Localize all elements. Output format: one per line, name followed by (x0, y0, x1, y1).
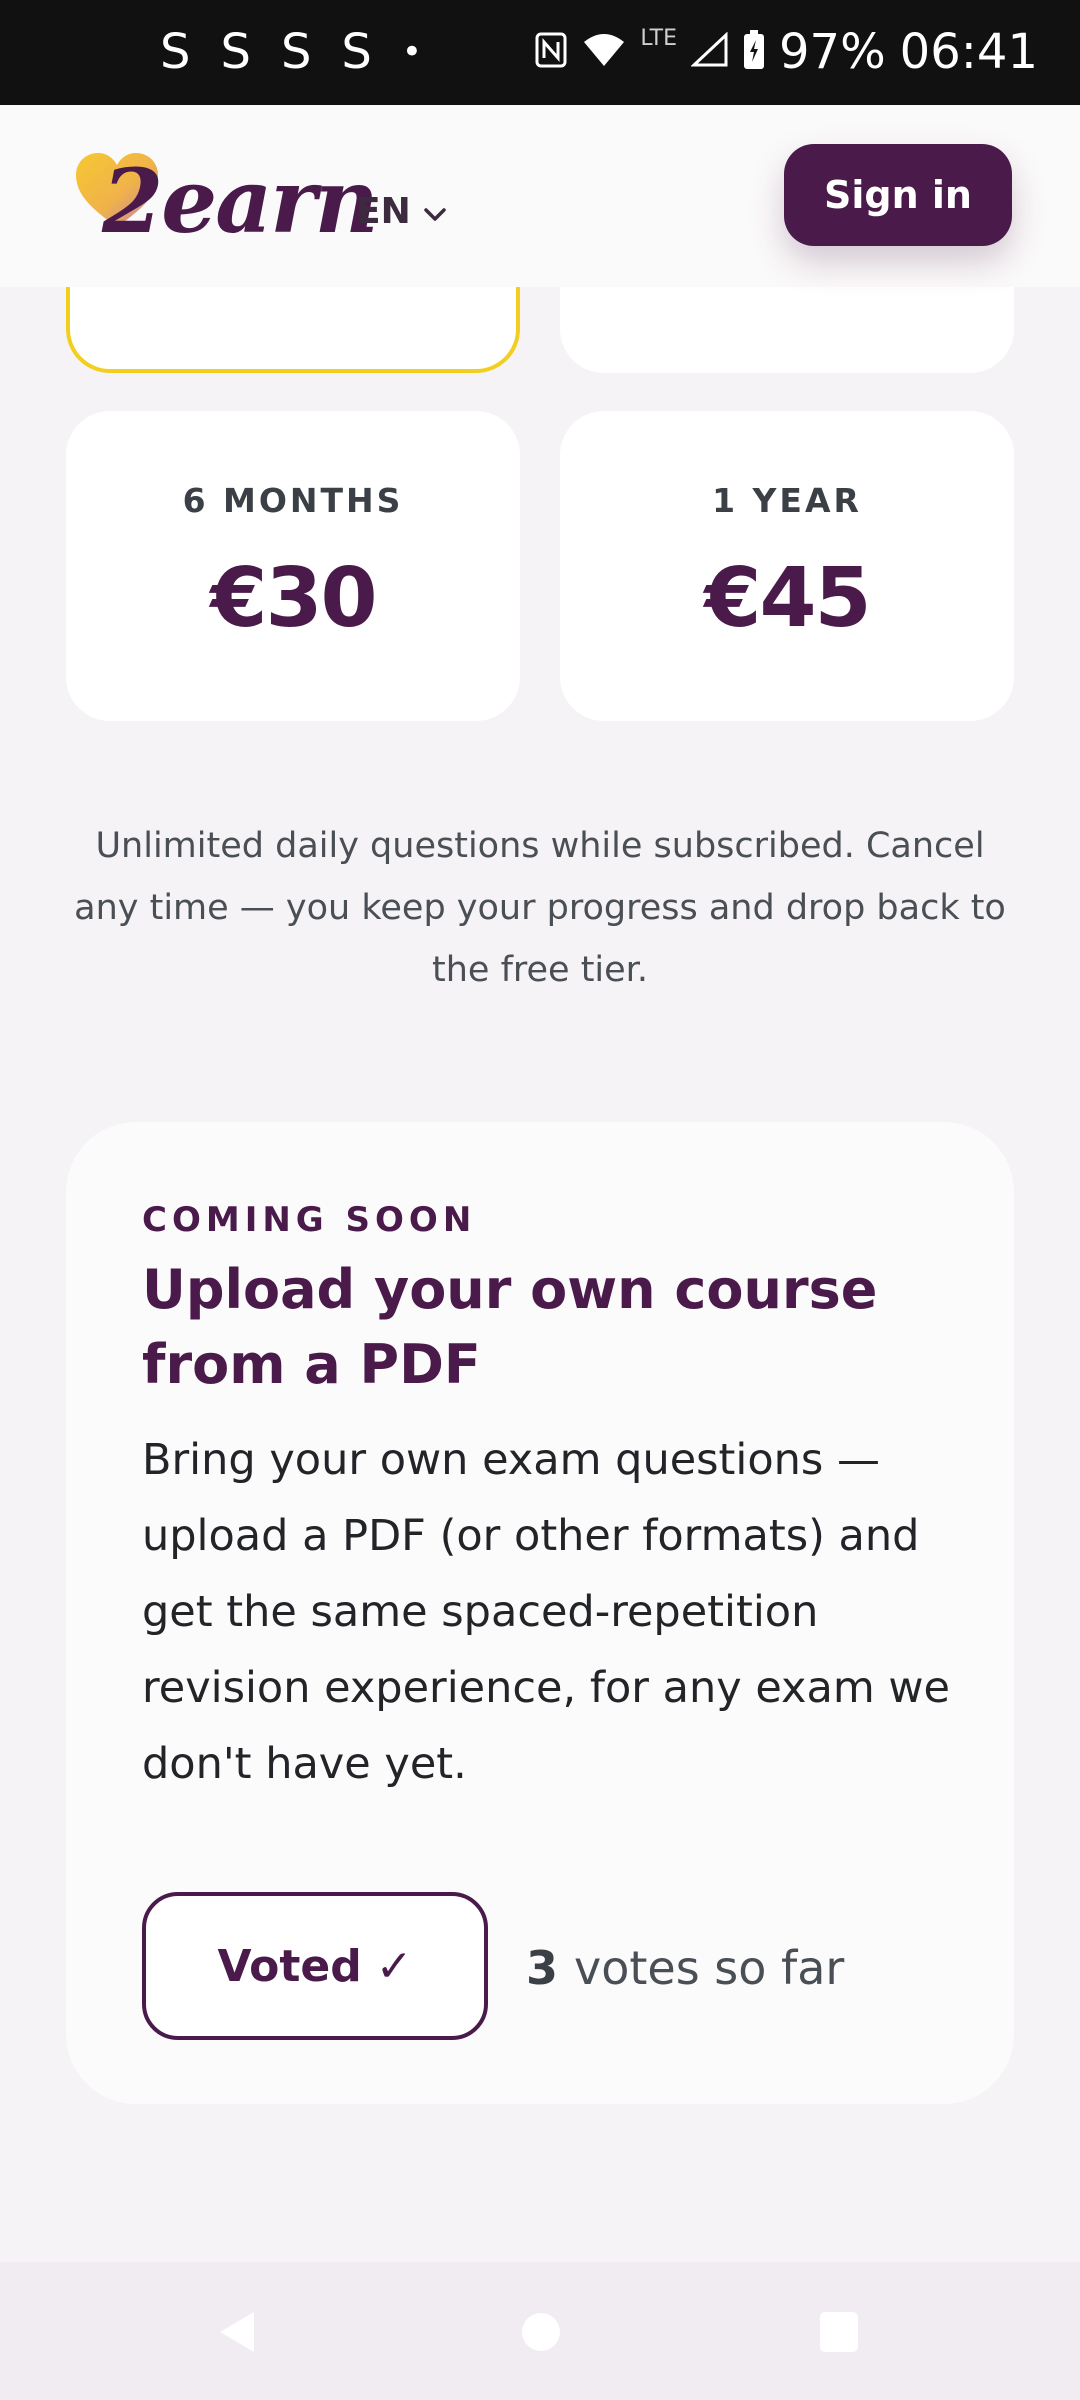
chevron-down-icon (423, 191, 447, 232)
nfc-icon (534, 31, 568, 73)
lte-label: LTE (640, 26, 677, 51)
check-icon: ✓ (375, 1940, 413, 1992)
home-icon[interactable] (520, 2308, 562, 2360)
voted-button[interactable]: Voted ✓ (142, 1892, 488, 2040)
system-indicators: LTE 97% 06:41 (534, 22, 1038, 82)
screen: S S S S • LTE 97% 06:41 2earn EN Sign in… (0, 0, 1080, 2400)
plan-price: €45 (704, 551, 871, 646)
battery-icon (743, 30, 765, 74)
app-header: 2earn EN Sign in (0, 105, 1080, 287)
vote-count: 3 votes so far (526, 1932, 844, 2004)
plan-price: €30 (210, 551, 377, 646)
coming-soon-card: COMING SOON Upload your own course from … (66, 1122, 1014, 2104)
plan-card-6-months[interactable]: 6 MONTHS €30 (66, 411, 520, 721)
sign-in-button[interactable]: Sign in (784, 144, 1012, 246)
coming-soon-label: COMING SOON (142, 1200, 477, 1240)
notification-icon: S (341, 24, 372, 80)
recents-icon[interactable] (818, 2308, 860, 2360)
status-bar: S S S S • LTE 97% 06:41 (0, 0, 1080, 105)
notification-icon: S (280, 24, 312, 80)
battery-percent: 97% (778, 24, 886, 80)
plan-card-1-year[interactable]: 1 YEAR €45 (560, 411, 1014, 721)
logo[interactable]: 2earn (74, 145, 379, 265)
language-selector[interactable]: EN (356, 191, 447, 232)
clock: 06:41 (899, 24, 1038, 80)
system-navigation-bar (0, 2262, 1080, 2400)
back-icon[interactable] (214, 2308, 258, 2360)
voted-label: Voted (217, 1940, 362, 1992)
wifi-icon (582, 32, 626, 72)
feature-description: Bring your own exam questions — upload a… (142, 1435, 951, 1789)
more-notifications-dot: • (401, 32, 422, 72)
notification-icon: S (160, 24, 191, 80)
plan-duration: 6 MONTHS (182, 481, 404, 520)
language-label: EN (356, 191, 411, 232)
signal-icon (690, 31, 729, 72)
plan-duration: 1 YEAR (712, 481, 862, 520)
logo-text: 2earn (102, 149, 379, 253)
vote-count-number: 3 (526, 1941, 559, 1995)
notification-icons: S S S S • (160, 22, 422, 82)
feature-title: Upload your own course from a PDF (142, 1258, 878, 1396)
notification-icon: S (220, 24, 251, 80)
subscription-note: Unlimited daily questions while subscrib… (74, 826, 1006, 990)
vote-count-suffix: votes so far (574, 1941, 845, 1995)
